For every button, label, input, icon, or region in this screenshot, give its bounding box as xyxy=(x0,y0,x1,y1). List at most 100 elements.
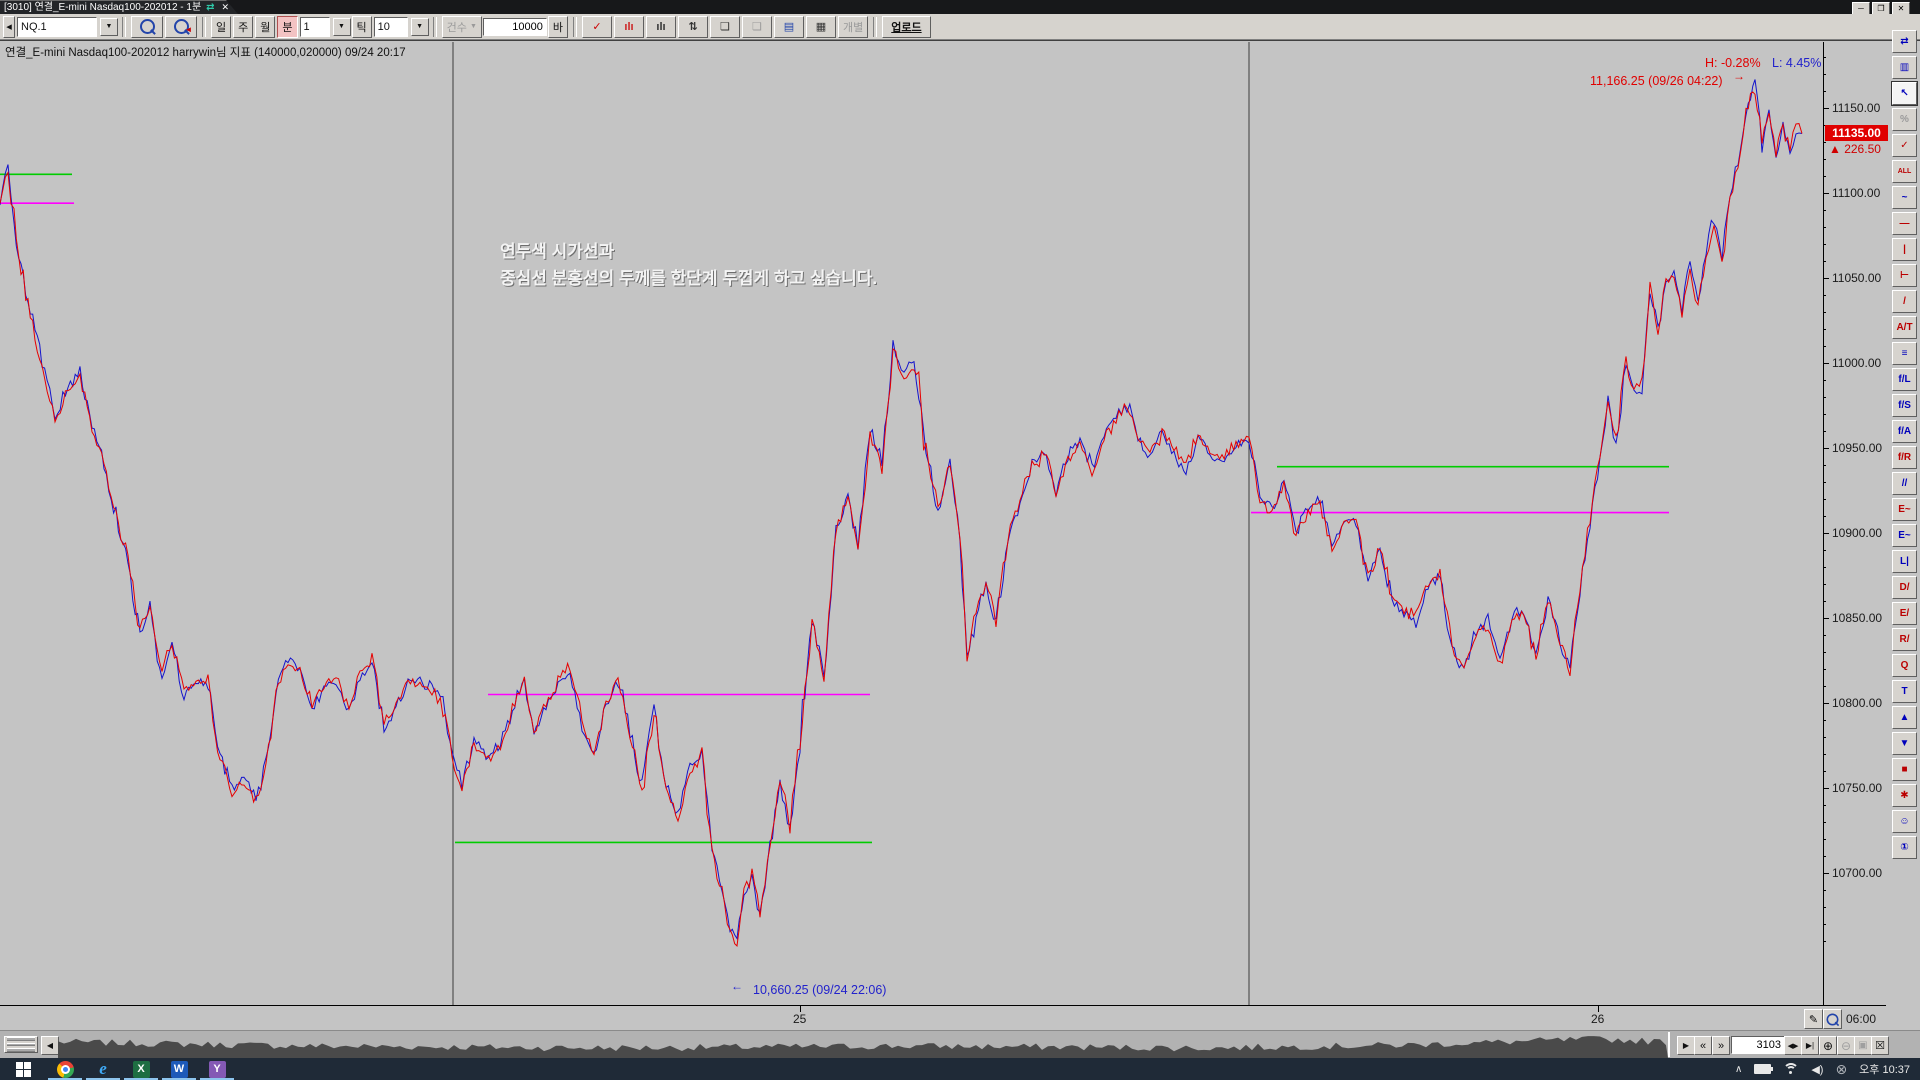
sort-arrows-icon[interactable]: ⇅ xyxy=(678,16,708,38)
period-month-button[interactable]: 월 xyxy=(255,16,275,38)
price-axis-label: 10700.00 xyxy=(1832,866,1882,880)
overview-minimap[interactable] xyxy=(58,1033,1668,1058)
new-document-icon[interactable]: ❏ xyxy=(710,16,740,38)
taskbar-excel-button[interactable]: X xyxy=(122,1058,160,1080)
bar-count-input[interactable] xyxy=(483,18,547,36)
upload-button[interactable]: 업로드 xyxy=(882,16,930,38)
taskbar-ie-button[interactable]: e xyxy=(84,1058,122,1080)
price-minor-tick xyxy=(1823,499,1826,500)
zigzag-tool-icon[interactable]: ~ xyxy=(1892,186,1917,209)
fib-level-tool-icon[interactable]: f/L xyxy=(1892,368,1917,391)
fib-angle-tool-icon[interactable]: f/A xyxy=(1892,420,1917,443)
tick-button[interactable]: 틱 xyxy=(352,16,372,38)
horizontal-line-tool-icon[interactable]: — xyxy=(1892,212,1917,235)
tick-dropdown-arrow-icon[interactable]: ▼ xyxy=(411,18,429,36)
symbol-dropdown-arrow-icon[interactable]: ▼ xyxy=(100,18,118,36)
burst-marker-icon[interactable]: ✱ xyxy=(1892,784,1917,807)
price-tick xyxy=(1823,448,1829,449)
start-button[interactable] xyxy=(0,1058,46,1080)
fib-lines-tool-icon[interactable]: ≡ xyxy=(1892,342,1917,365)
arrow-down-marker-icon[interactable]: ▼ xyxy=(1892,732,1917,755)
search-icon xyxy=(140,19,155,34)
bar-type-button[interactable]: 바 xyxy=(548,16,568,38)
indicator-check-icon[interactable]: ✓ xyxy=(582,16,612,38)
speaker-icon[interactable]: ◀) xyxy=(1811,1063,1823,1076)
cursor-arrow-icon[interactable]: ↖ xyxy=(1892,82,1917,105)
window-title: [3010] 연결_E-mini Nasdaq100-202012 - 1분 xyxy=(4,2,201,13)
tray-chevron-icon[interactable]: ∧ xyxy=(1735,1064,1742,1075)
regression-tool-icon[interactable]: L| xyxy=(1892,550,1917,573)
price-minor-tick xyxy=(1823,516,1826,517)
link-swap-icon[interactable]: ⇄ xyxy=(206,2,214,13)
scroll-left-button[interactable]: ◀ xyxy=(41,1036,59,1055)
bar-chart-red-icon[interactable]: ılı xyxy=(614,16,644,38)
expand-bars-button[interactable]: ◀▶ xyxy=(1784,1036,1802,1055)
clock-marker-icon[interactable]: ① xyxy=(1892,836,1917,859)
price-minor-tick xyxy=(1823,91,1826,92)
draw-mode-button[interactable]: ✎ xyxy=(1804,1009,1823,1029)
chrome-icon xyxy=(57,1061,74,1078)
trend-line-tool-icon[interactable]: / xyxy=(1892,290,1917,313)
zoom-in-button[interactable]: ⊕ xyxy=(1819,1036,1837,1055)
toolbar-icon-group: ✓ılıılı⇅❏❏▤▦ xyxy=(581,16,837,38)
interval-input[interactable]: 1 xyxy=(300,17,330,37)
tick-value-input[interactable]: 10 xyxy=(374,17,408,37)
go-to-end-button[interactable]: ▶| xyxy=(1801,1036,1819,1055)
battery-icon[interactable] xyxy=(1754,1064,1771,1074)
zoom-mode-button[interactable] xyxy=(1823,1009,1842,1029)
percent-compare-icon[interactable]: % xyxy=(1892,108,1917,131)
price-minor-tick xyxy=(1823,142,1826,143)
time-axis-label: 06:00 xyxy=(1846,1012,1876,1026)
interval-dropdown-arrow-icon[interactable]: ▼ xyxy=(333,18,351,36)
bar-chart-gray-icon[interactable]: ılı xyxy=(646,16,676,38)
report-icon[interactable]: ▤ xyxy=(774,16,804,38)
taskbar-word-button[interactable]: W xyxy=(160,1058,198,1080)
elliott-wave-tool-icon[interactable]: E~ xyxy=(1892,498,1917,521)
text-note-tool-icon[interactable]: A/T xyxy=(1892,316,1917,339)
symbol-input[interactable]: NQ.1 xyxy=(17,17,97,37)
visible-bars-input[interactable] xyxy=(1731,1036,1785,1054)
square-marker-icon[interactable]: ■ xyxy=(1892,758,1917,781)
search-recent-button[interactable] xyxy=(165,16,197,38)
close-strip-button[interactable]: ☒ xyxy=(1871,1036,1889,1055)
scroll-left-button[interactable]: ◂ xyxy=(3,16,15,38)
minimap-position-cursor[interactable] xyxy=(1668,1032,1670,1057)
page-left-button[interactable]: « xyxy=(1694,1036,1712,1055)
elliott-impulse-tool-icon[interactable]: E~ xyxy=(1892,524,1917,547)
ray-line-tool-icon[interactable]: ⊢ xyxy=(1892,264,1917,287)
fib-ratio-tool-icon[interactable]: f/R xyxy=(1892,446,1917,469)
strip-resize-grip[interactable] xyxy=(4,1036,38,1053)
bar-width-icon[interactable]: ▥ xyxy=(1892,56,1917,79)
period-day-button[interactable]: 일 xyxy=(211,16,231,38)
pattern-e-tool-icon[interactable]: E/ xyxy=(1892,602,1917,625)
vertical-line-tool-icon[interactable]: | xyxy=(1892,238,1917,261)
price-axis-label: 11000.00 xyxy=(1832,356,1881,370)
period-minute-button[interactable]: 분 xyxy=(277,16,297,38)
erase-one-icon[interactable]: ✓ xyxy=(1892,134,1917,157)
erase-all-icon[interactable]: ALL xyxy=(1892,160,1917,183)
price-tick xyxy=(1823,278,1829,279)
pan-swap-icon[interactable]: ⇄ xyxy=(1892,30,1917,53)
smiley-marker-icon[interactable]: ☺ xyxy=(1892,810,1917,833)
quote-info-icon[interactable]: Q xyxy=(1892,654,1917,677)
parallel-channel-tool-icon[interactable]: // xyxy=(1892,472,1917,495)
count-dropdown-arrow-icon: ▼ xyxy=(470,23,477,30)
tab-close-icon[interactable]: ✕ xyxy=(222,2,230,12)
grid-icon[interactable]: ▦ xyxy=(806,16,836,38)
taskbar-chrome-button[interactable] xyxy=(46,1058,84,1080)
price-chart[interactable] xyxy=(0,42,1823,1005)
notification-icon[interactable]: ⊗ xyxy=(1835,1061,1847,1078)
text-T-icon[interactable]: T xyxy=(1892,680,1917,703)
arrow-up-marker-icon[interactable]: ▲ xyxy=(1892,706,1917,729)
search-button[interactable] xyxy=(131,16,163,38)
period-week-button[interactable]: 주 xyxy=(233,16,253,38)
pattern-d-tool-icon[interactable]: D/ xyxy=(1892,576,1917,599)
page-right-button[interactable]: » xyxy=(1712,1036,1730,1055)
fib-curve-tool-icon[interactable]: f/S xyxy=(1892,394,1917,417)
chart-window-tab[interactable]: [3010] 연결_E-mini Nasdaq100-202012 - 1분 ⇄ ✕ xyxy=(0,0,238,14)
pattern-r-tool-icon[interactable]: R/ xyxy=(1892,628,1917,651)
print-icon[interactable]: ❏ xyxy=(742,16,772,38)
taskbar-app-button[interactable]: Y xyxy=(198,1058,236,1080)
scroll-right-button[interactable]: ▶ xyxy=(1677,1036,1695,1055)
wifi-icon[interactable] xyxy=(1783,1063,1799,1075)
